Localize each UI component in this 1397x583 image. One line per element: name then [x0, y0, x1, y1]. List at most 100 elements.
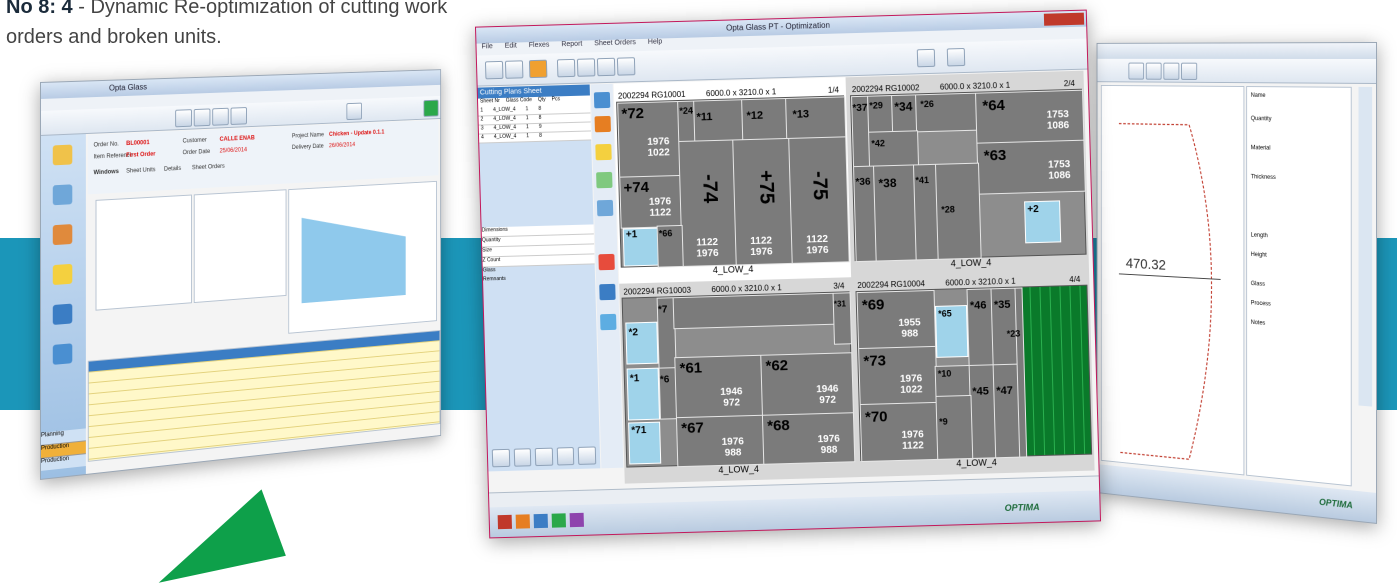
- nav-planning-icon[interactable]: [52, 224, 73, 246]
- piece[interactable]: *11: [693, 99, 745, 143]
- right-scrollbar[interactable]: [1358, 86, 1373, 407]
- remnant[interactable]: *65: [934, 305, 969, 358]
- tab-sheet-units[interactable]: Sheet Units: [126, 167, 155, 174]
- task-icon[interactable]: [497, 514, 513, 530]
- piece[interactable]: +74 1976 1122: [619, 174, 683, 229]
- piece[interactable]: *66: [656, 224, 684, 268]
- cutting-plan-row[interactable]: 4 4_LOW_4 1 8: [478, 131, 592, 144]
- open-button[interactable]: [193, 108, 211, 127]
- split-tool-icon[interactable]: [600, 313, 617, 331]
- menu-flexes[interactable]: Flexes: [529, 42, 550, 50]
- tool-c[interactable]: [534, 447, 554, 467]
- select-tool-icon[interactable]: [593, 91, 611, 109]
- date2-value[interactable]: 26/06/2014: [329, 142, 355, 149]
- layout-4[interactable]: 2002294 RG10004 6000.0 x 3210.0 x 1 4/4 …: [855, 275, 1093, 471]
- piece[interactable]: *9: [935, 394, 974, 460]
- piece[interactable]: +75 1122 1976: [732, 137, 794, 266]
- task-icon[interactable]: [551, 513, 566, 528]
- piece[interactable]: *10: [934, 364, 972, 398]
- customer-value[interactable]: CALLE ENAB: [220, 135, 255, 142]
- piece[interactable]: *67 1976 988: [675, 414, 766, 468]
- menu-edit[interactable]: Edit: [505, 42, 517, 49]
- cut-tool-icon[interactable]: [598, 253, 615, 271]
- delete-tool-icon[interactable]: [594, 115, 611, 133]
- nav-orders-icon[interactable]: [52, 144, 73, 166]
- confirm-button[interactable]: [423, 99, 439, 117]
- task-icon[interactable]: [533, 513, 548, 529]
- menu-file[interactable]: File: [481, 43, 492, 50]
- refresh-icon[interactable]: [504, 60, 524, 79]
- piece[interactable]: *28: [934, 162, 982, 260]
- move-tool-icon[interactable]: [595, 143, 612, 161]
- tab-windows[interactable]: Windows: [94, 169, 119, 176]
- menu-help[interactable]: Help: [648, 38, 663, 45]
- project-value[interactable]: Chicken - Update 0.1.1: [329, 130, 384, 138]
- nav-reports-icon[interactable]: [52, 343, 73, 365]
- last-page-button[interactable]: [616, 57, 636, 76]
- remnant[interactable]: +2: [1024, 200, 1062, 244]
- nav-stock-icon[interactable]: [52, 184, 73, 206]
- save-button[interactable]: [212, 107, 229, 126]
- piece[interactable]: *68 1976 988: [761, 412, 856, 465]
- tool-e[interactable]: [578, 446, 597, 465]
- layout-view-button[interactable]: [528, 59, 548, 79]
- piece[interactable]: -75 1122 1976: [788, 136, 850, 264]
- piece[interactable]: *63 1753 1086: [976, 139, 1086, 195]
- right-tool-4[interactable]: [1181, 62, 1198, 80]
- piece[interactable]: -74 1122 1976: [678, 139, 738, 267]
- menu-report[interactable]: Report: [561, 41, 582, 49]
- order-value[interactable]: BL00001: [126, 140, 149, 147]
- drawing-canvas[interactable]: 470.32: [1100, 84, 1245, 476]
- task-icon[interactable]: [569, 512, 584, 528]
- date1-value[interactable]: 25/06/2014: [220, 147, 247, 154]
- remnant[interactable]: *1: [626, 367, 661, 421]
- nav-cutting-icon[interactable]: [52, 263, 73, 286]
- add-tool-icon[interactable]: [596, 199, 614, 217]
- piece[interactable]: *12: [741, 97, 789, 142]
- right-tool-1[interactable]: [1128, 62, 1145, 80]
- print-button[interactable]: [230, 107, 247, 125]
- piece[interactable]: *26: [915, 92, 979, 133]
- layout-3[interactable]: 2002294 RG10003 6000.0 x 3210.0 x 1 3/4 …: [621, 281, 856, 477]
- tool-a[interactable]: [491, 448, 510, 468]
- save-icon[interactable]: [484, 60, 504, 80]
- piece[interactable]: *13: [785, 96, 847, 140]
- piece[interactable]: [672, 292, 836, 330]
- menu-sheet-orders[interactable]: Sheet Orders: [594, 39, 636, 47]
- next-page-button[interactable]: [596, 57, 616, 77]
- zoom-button[interactable]: [916, 48, 936, 68]
- new-button[interactable]: [175, 109, 192, 128]
- layout-2[interactable]: 2002294 RG10002 6000.0 x 3210.0 x 1 2/4 …: [850, 79, 1087, 271]
- piece[interactable]: *31: [832, 292, 852, 345]
- right-tool-2[interactable]: [1145, 62, 1162, 80]
- tool-d[interactable]: [556, 447, 575, 466]
- remnant[interactable]: *71: [628, 421, 662, 465]
- help-button[interactable]: [946, 47, 966, 67]
- piece[interactable]: *61 1946 972: [674, 354, 764, 420]
- piece[interactable]: *42: [868, 130, 920, 168]
- tab-sheet-orders[interactable]: Sheet Orders: [192, 164, 225, 171]
- task-icon[interactable]: [515, 514, 530, 529]
- nav-production-icon[interactable]: [52, 303, 73, 325]
- first-page-button[interactable]: [556, 58, 576, 78]
- layout-1[interactable]: 2002294 RG10001 6000.0 x 3210.0 x 1 1/4 …: [616, 85, 850, 277]
- right-tool-3[interactable]: [1163, 62, 1180, 80]
- status-value[interactable]: First Order: [126, 152, 155, 159]
- remnant[interactable]: *2: [625, 321, 659, 365]
- filter-button[interactable]: [346, 102, 363, 121]
- merge-tool-icon[interactable]: [599, 283, 616, 301]
- tab-details[interactable]: Details: [164, 166, 181, 173]
- prev-page-button[interactable]: [576, 58, 596, 77]
- piece[interactable]: *72 1976 1022: [617, 100, 682, 179]
- tool-b[interactable]: [513, 448, 532, 467]
- remnant[interactable]: +1: [622, 227, 660, 267]
- piece[interactable]: *29: [867, 94, 895, 134]
- rotate-tool-icon[interactable]: [596, 171, 613, 189]
- piece[interactable]: *38: [873, 164, 918, 262]
- row-cell: 9: [538, 123, 542, 130]
- piece[interactable]: *62 1946 972: [760, 352, 854, 417]
- piece[interactable]: *73 1976 1022: [858, 345, 938, 407]
- piece[interactable]: *64 1753 1086: [975, 89, 1085, 145]
- piece[interactable]: *70 1976 1122: [859, 401, 940, 463]
- piece[interactable]: *69 1955 988: [856, 289, 937, 351]
